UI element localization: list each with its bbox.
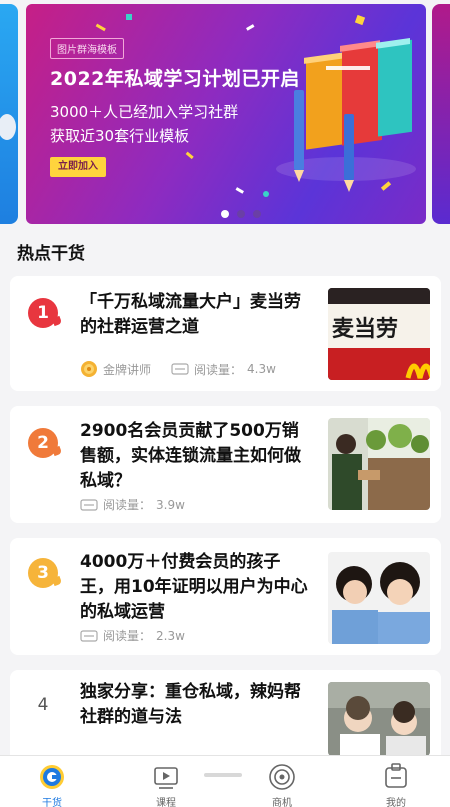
banner-tag: 图片群海模板 bbox=[50, 38, 124, 59]
article-thumbnail bbox=[328, 418, 430, 510]
previous-banner-peek[interactable] bbox=[0, 4, 18, 224]
tab-opportunities[interactable]: 商机 bbox=[252, 762, 312, 807]
article-title: 4000万＋付费会员的孩子王，用10年证明以用户为中心的私域运营 bbox=[80, 552, 308, 622]
views-icon bbox=[80, 629, 98, 642]
join-button[interactable]: 立即加入 bbox=[50, 157, 106, 177]
views-icon bbox=[80, 498, 98, 511]
reads-label: 阅读量： bbox=[103, 498, 152, 512]
tab-dry-goods[interactable]: 干货 bbox=[22, 762, 82, 807]
rank-badge: 2 bbox=[28, 428, 58, 458]
reads-label: 阅读量： bbox=[194, 362, 243, 377]
rank-badge: 3 bbox=[28, 558, 58, 588]
video-course-icon bbox=[154, 767, 178, 789]
reads-count: 2.3w bbox=[156, 628, 185, 643]
article-card[interactable]: 3 4000万＋付费会员的孩子王，用10年证明以用户为中心的私域运营 阅读量： … bbox=[10, 538, 441, 655]
banner-subtitle: 3000＋人已经加入学习社群 bbox=[50, 103, 239, 121]
reads-label: 阅读量： bbox=[103, 629, 152, 643]
next-banner-peek[interactable] bbox=[432, 4, 450, 224]
carousel-dot[interactable] bbox=[221, 210, 229, 218]
section-title: 热点干货 bbox=[17, 244, 85, 264]
author-badge: 金牌讲师 bbox=[103, 362, 152, 377]
rank-badge: 1 bbox=[28, 298, 58, 328]
reads-count: 4.3w bbox=[247, 362, 276, 376]
carousel-dot[interactable] bbox=[253, 210, 261, 218]
home-indicator bbox=[204, 773, 242, 777]
views-icon bbox=[171, 363, 189, 375]
article-title: 2900名会员贡献了500万销售额，实体连锁流量主如何做私域？ bbox=[80, 421, 301, 491]
carousel-dot[interactable] bbox=[237, 210, 245, 218]
dry-goods-icon bbox=[40, 765, 64, 789]
banner-decoration bbox=[0, 114, 16, 140]
reads-count: 3.9w bbox=[156, 497, 185, 512]
article-title: 「千万私域流量大户」麦当劳的社群运营之道 bbox=[80, 292, 301, 337]
banner-title: 2022年私域学习计划已开启 bbox=[50, 68, 300, 90]
article-meta: 阅读量： 3.9w bbox=[80, 496, 185, 513]
banner-subtitle: 获取近30套行业模板 bbox=[50, 127, 190, 145]
tab-label: 商机 bbox=[272, 798, 292, 807]
opportunity-icon bbox=[269, 764, 295, 790]
thumbnail-text: 麦当劳 bbox=[332, 316, 398, 342]
promo-banner[interactable]: 图片群海模板 2022年私域学习计划已开启 3000＋人已经加入学习社群 获取近… bbox=[26, 4, 426, 224]
banner-carousel[interactable]: 图片群海模板 2022年私域学习计划已开启 3000＋人已经加入学习社群 获取近… bbox=[0, 0, 450, 226]
article-meta: 阅读量： 2.3w bbox=[80, 627, 185, 644]
article-thumbnail bbox=[328, 552, 430, 644]
article-card[interactable]: 2 2900名会员贡献了500万销售额，实体连锁流量主如何做私域？ 阅读量： 3… bbox=[10, 406, 441, 523]
tab-profile[interactable]: 我的 bbox=[366, 762, 426, 807]
tab-label: 我的 bbox=[386, 798, 406, 807]
medal-icon bbox=[81, 361, 97, 377]
article-title: 独家分享：重仓私域，辣妈帮社群的道与法 bbox=[80, 682, 301, 727]
tab-label: 干货 bbox=[42, 798, 62, 807]
rank-badge: 4 bbox=[37, 695, 49, 715]
profile-icon bbox=[385, 763, 407, 788]
article-card[interactable]: 1 「千万私域流量大户」麦当劳的社群运营之道 金牌讲师 阅读量： 4.3w 麦当… bbox=[10, 276, 441, 391]
tab-courses[interactable]: 课程 bbox=[136, 762, 196, 807]
article-thumbnail: 麦当劳 bbox=[328, 288, 430, 380]
tab-label: 课程 bbox=[156, 798, 176, 807]
bottom-tab-bar: 干货 课程 商机 我的 bbox=[0, 755, 450, 807]
article-thumbnail bbox=[328, 682, 430, 756]
carousel-indicator bbox=[221, 210, 261, 218]
article-meta: 金牌讲师 阅读量： 4.3w bbox=[80, 360, 276, 378]
